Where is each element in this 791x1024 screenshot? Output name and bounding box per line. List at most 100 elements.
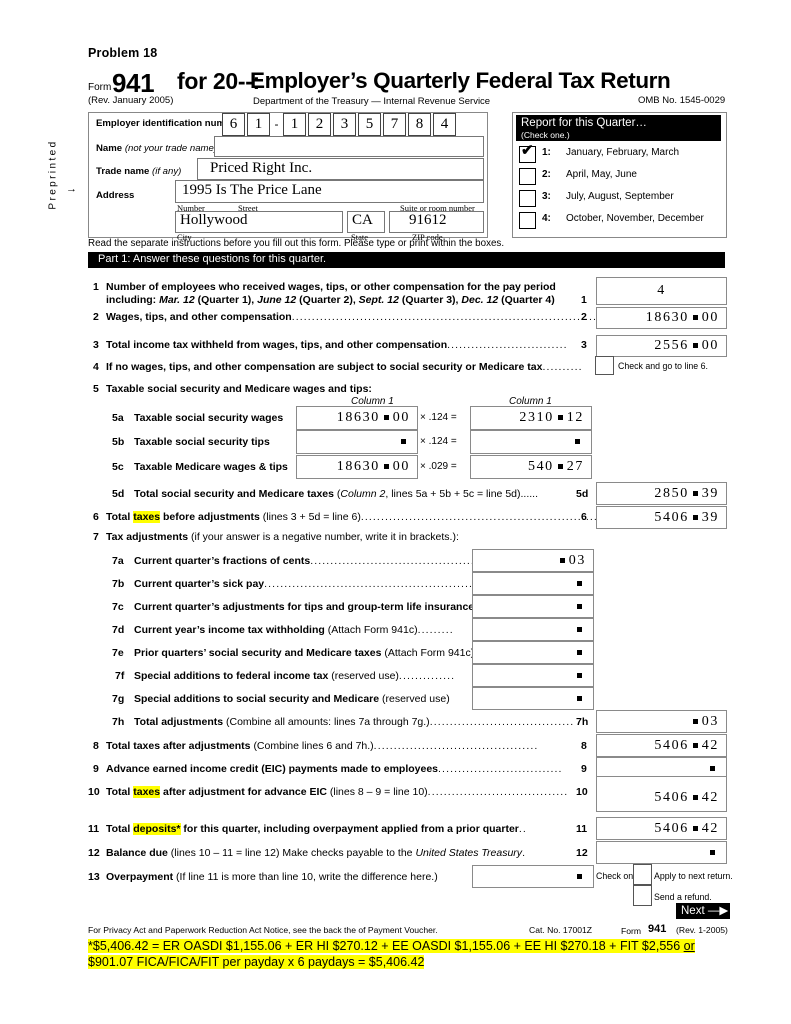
line-7g-field[interactable]	[472, 687, 594, 710]
line-3-field[interactable]: 2556 00	[596, 335, 727, 357]
line-13-field[interactable]	[472, 865, 594, 888]
catalog-number: Cat. No. 17001Z	[529, 925, 593, 935]
line-5c-col2-field[interactable]: 540 27	[470, 455, 592, 479]
ein-digit[interactable]: 5	[358, 113, 381, 136]
line-7h-dots: ....................................	[429, 716, 575, 728]
line-7e-label: Prior quarters’ social security and Medi…	[134, 647, 385, 659]
city-value: Hollywood	[180, 212, 248, 228]
decimal-marker	[577, 649, 582, 655]
line-7e-field[interactable]	[472, 641, 594, 664]
line-6-text: Total taxes before adjustments (lines 3 …	[106, 511, 622, 523]
line-5c-col2-value: 540 27	[528, 459, 584, 475]
line-4-checkbox[interactable]	[595, 356, 614, 375]
quarter-checkbox-3[interactable]	[519, 190, 536, 207]
quarter-checkbox-2[interactable]	[519, 168, 536, 185]
line-7d-text: Current year’s income tax withholding (A…	[134, 624, 454, 636]
line-1-text-a: Number of employees who received wages, …	[106, 281, 556, 293]
line-12-text: Balance due (lines 10 – 11 = line 12) Ma…	[106, 847, 525, 859]
line-12-field[interactable]	[596, 841, 727, 864]
decimal-marker	[577, 695, 582, 701]
line-5b-col1-field[interactable]	[296, 430, 418, 454]
line-11-highlight: deposits*	[133, 823, 181, 835]
decimal-marker	[557, 415, 563, 420]
line-7h-number: 7h	[112, 716, 125, 728]
line-13-option-refund: Send a refund.	[654, 892, 712, 902]
line-4-text: If no wages, tips, and other compensatio…	[106, 361, 583, 373]
line-5d-field[interactable]: 2850 39	[596, 482, 727, 505]
line-10-t2: after adjustment for advance EIC	[160, 786, 330, 798]
ein-digit[interactable]: 1	[247, 113, 270, 136]
line-4-note: Check and go to line 6.	[618, 361, 708, 371]
ein-digit[interactable]: 1	[283, 113, 306, 136]
privacy-notice: For Privacy Act and Paperwork Reduction …	[88, 925, 438, 935]
line-11-t2: for this quarter, including overpayment …	[180, 823, 519, 835]
line-7-paren: (if your answer is a negative number, wr…	[191, 531, 459, 543]
quarter-label-1: January, February, March	[566, 147, 680, 158]
line-1-b-4: (Quarter 2),	[296, 294, 359, 306]
line-11-ref: 11	[576, 823, 588, 835]
line-5a-col1-field[interactable]: 18630 00	[296, 406, 418, 430]
ein-digit[interactable]: 7	[383, 113, 406, 136]
trade-hint: (if any)	[152, 166, 182, 177]
line-2-field[interactable]: 18630 00	[596, 307, 727, 329]
line-1-b-5: Sept. 12	[358, 294, 399, 306]
line-10-cents: 42	[701, 790, 719, 805]
footnote-line-2: $901.07 FICA/FICA/FIT per payday x 6 pay…	[88, 955, 425, 969]
footer-form-word: Form	[621, 926, 642, 936]
line-7-text: Tax adjustments (if your answer is a neg…	[106, 531, 459, 543]
ein-digit[interactable]: 2	[308, 113, 331, 136]
line-3-ref: 3	[581, 339, 587, 351]
line-7c-field[interactable]	[472, 595, 594, 618]
line-7h-field[interactable]: 03	[596, 710, 727, 733]
line-1-field[interactable]: 4	[596, 277, 727, 305]
quarter-checkbox-1[interactable]: ✔	[519, 143, 536, 163]
footnote-line-2-text: $901.07 FICA/FICA/FIT per payday x 6 pay…	[88, 955, 425, 969]
ein-digit[interactable]: 3	[333, 113, 356, 136]
line-5a-col2-field[interactable]: 2310 12	[470, 406, 592, 430]
quarter-number-4: 4:	[542, 213, 551, 224]
line-13-checkbox-apply[interactable]	[633, 864, 652, 885]
line-11-field[interactable]: 5406 42	[596, 817, 727, 840]
line-11-number: 11	[88, 823, 100, 835]
instructions-text: Read the separate instructions before yo…	[88, 238, 505, 249]
line-7b-field[interactable]	[472, 572, 594, 595]
preprinted-label: Preprinted	[42, 125, 64, 235]
line-5c-col2-cents: 27	[566, 459, 584, 474]
line-7b-number: 7b	[112, 578, 125, 590]
line-8-value: 5406 42	[654, 738, 719, 754]
ein-digit[interactable]: 6	[222, 113, 245, 136]
line-2-value: 18630 00	[646, 310, 719, 326]
line-5b-col2-value	[571, 434, 584, 450]
name-field[interactable]	[214, 136, 484, 157]
line-5b-col2-field[interactable]	[470, 430, 592, 454]
ein-digit[interactable]: 8	[408, 113, 431, 136]
line-1-b-2: (Quarter 1),	[194, 294, 258, 306]
decimal-marker	[401, 439, 406, 444]
line-2-text: Wages, tips, and other compensation.....…	[106, 311, 609, 323]
line-7d-field[interactable]	[472, 618, 594, 641]
ein-input-group[interactable]: 6 1 - 1 2 3 5 7 8 4	[222, 113, 458, 136]
line-3-cents: 00	[701, 338, 719, 353]
line-6-paren: (lines 3 + 5d = line 6)	[262, 511, 361, 523]
line-13-checkbox-refund[interactable]	[633, 885, 652, 906]
line-6-field[interactable]: 5406 39	[596, 506, 727, 529]
quarter-checkbox-4[interactable]	[519, 212, 536, 229]
decimal-marker	[692, 343, 698, 348]
line-5c-col1-field[interactable]: 18630 00	[296, 455, 418, 479]
quarter-label-4: October, November, December	[566, 213, 704, 224]
line-7a-field[interactable]: 03	[472, 549, 594, 572]
line-7a-label: Current quarter’s fractions of cents	[134, 555, 311, 567]
line-7f-field[interactable]	[472, 664, 594, 687]
line-10-paren: (lines 8 – 9 = line 10)	[329, 786, 428, 798]
line-10-field[interactable]: 5406 42	[596, 776, 727, 812]
ein-digit[interactable]: 4	[433, 113, 456, 136]
state-value: CA	[352, 212, 373, 228]
form-word-label: Form	[88, 82, 112, 93]
line-8-field[interactable]: 5406 42	[596, 734, 727, 757]
line-5c-col1-cents: 00	[392, 459, 410, 474]
line-9-value	[706, 761, 719, 777]
decimal-marker	[575, 439, 580, 444]
line-13-check-one-label: Check one	[596, 871, 639, 881]
decimal-marker	[692, 490, 698, 496]
line-5a-multiplier: × .124 =	[420, 412, 457, 423]
